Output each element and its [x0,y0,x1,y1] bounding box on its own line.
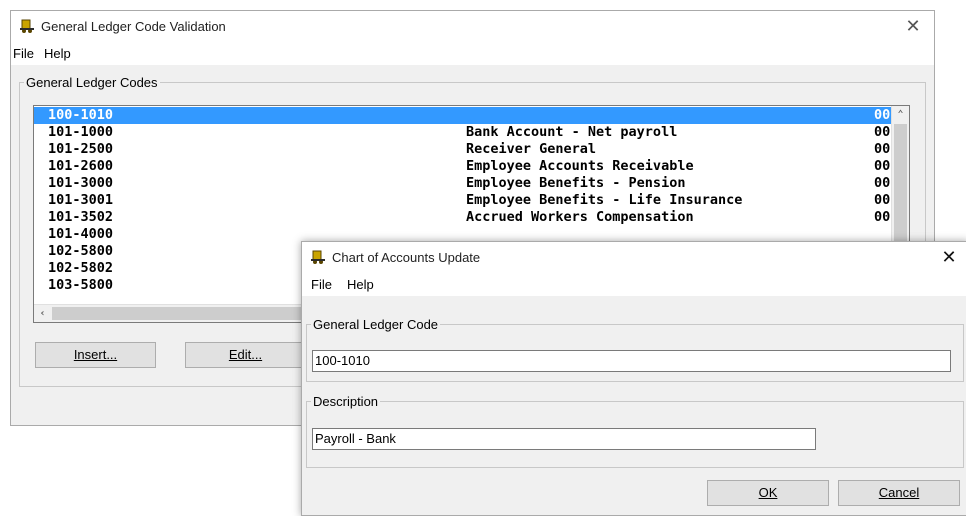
close-icon[interactable]: ✕ [902,15,924,37]
list-item-desc: Receiver General [466,141,597,157]
list-item[interactable]: 101-2600 Employee Accounts Receivable 00 [34,158,909,175]
coa-title-bar[interactable]: Chart of Accounts Update ✕ [302,242,966,274]
list-item-desc: Employee Benefits - Life Insurance [466,192,743,208]
list-item-code: 101-3001 [48,192,114,208]
description-field[interactable]: Payroll - Bank [312,428,816,450]
coa-menu-bar: File Help [302,274,966,296]
list-item-amt: 00 [874,209,891,225]
gl-codes-label: General Ledger Codes [26,75,158,90]
list-item-amt: 00 [874,175,891,191]
list-item[interactable]: 100-1010 00 [34,107,909,124]
coa-window-title: Chart of Accounts Update [332,250,481,265]
gl-code-label: General Ledger Code [313,317,439,332]
list-item[interactable]: 101-3502 Accrued Workers Compensation 00 [34,209,909,226]
menu-help[interactable]: Help [347,277,374,292]
description-label: Description [313,394,379,409]
list-item-amt: 00 [874,192,891,208]
insert-button[interactable]: Insert... [35,342,156,368]
list-item-code: 101-3502 [48,209,114,225]
list-item-amt: 00 [874,124,891,140]
list-item-code: 101-4000 [48,226,114,242]
list-item-code: 102-5802 [48,260,114,276]
list-item-desc: Accrued Workers Compensation [466,209,694,225]
ok-button-label: OK [758,485,778,500]
list-item-code: 101-2600 [48,158,114,174]
insert-button-label: Insert... [73,347,118,362]
list-item-code: 100-1010 [48,107,114,123]
scroll-up-icon[interactable]: ⌃ [892,106,909,123]
list-item-desc: Employee Benefits - Pension [466,175,686,191]
list-item-desc: Employee Accounts Receivable [466,158,694,174]
menu-file[interactable]: File [311,277,332,292]
coa-update-window: Chart of Accounts Update ✕ File Help Gen… [301,241,966,516]
edit-button-label: Edit... [228,347,263,362]
cancel-button-label: Cancel [878,485,920,500]
app-icon [311,250,325,264]
list-item-code: 101-1000 [48,124,114,140]
list-item[interactable]: 101-2500 Receiver General 00 [34,141,909,158]
list-item-amt: 00 [874,158,891,174]
list-item[interactable]: 101-3001 Employee Benefits - Life Insuran… [34,192,909,209]
list-item[interactable]: 101-3000 Employee Benefits - Pension 00 [34,175,909,192]
cancel-button[interactable]: Cancel [838,480,960,506]
list-item-code: 101-2500 [48,141,114,157]
menu-file[interactable]: File [13,46,34,61]
menu-help[interactable]: Help [44,46,71,61]
list-item-desc: Bank Account - Net payroll [466,124,678,140]
list-item[interactable]: 101-1000 Bank Account - Net payroll 00 [34,124,909,141]
gl-menu-bar: File Help [11,43,934,65]
ok-button[interactable]: OK [707,480,829,506]
list-item-code: 102-5800 [48,243,114,259]
list-item-amt: 00 [874,107,891,123]
list-item-code: 101-3000 [48,175,114,191]
scroll-left-icon[interactable]: ‹ [34,305,51,322]
list-item-code: 103-5800 [48,277,114,293]
gl-title-bar[interactable]: General Ledger Code Validation ✕ [11,11,934,43]
app-icon [20,19,34,33]
list-item-amt: 00 [874,141,891,157]
gl-window-title: General Ledger Code Validation [41,19,226,34]
close-icon[interactable]: ✕ [938,246,960,268]
gl-code-field[interactable]: 100-1010 [312,350,951,372]
edit-button[interactable]: Edit... [185,342,306,368]
